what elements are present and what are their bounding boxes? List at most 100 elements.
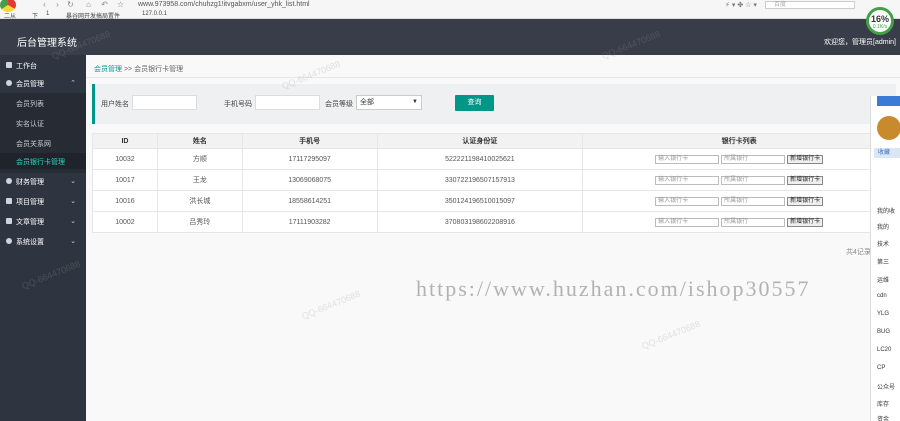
panel-list-item[interactable]: YLG — [877, 311, 889, 317]
sidebar-subitem-bank-cards[interactable]: 会员银行卡管理 — [0, 153, 86, 169]
sidebar-item-settings[interactable]: 系统设置 ⌄ — [0, 233, 86, 251]
panel-list-item[interactable]: 我的 — [877, 222, 889, 231]
level-select[interactable]: 全部 ▼ — [356, 95, 422, 110]
avatar[interactable] — [877, 116, 900, 140]
panel-list-item[interactable]: CP — [877, 365, 885, 371]
sidebar-subitem-verification[interactable]: 实名认证 — [0, 115, 86, 131]
sidebar-item-label: 会员管理 — [16, 81, 44, 88]
card-number-input[interactable]: 输入银行卡 — [655, 154, 720, 164]
cell-name: 吕秀玲 — [156, 211, 243, 233]
bank-name-input[interactable]: 所属银行 — [721, 154, 786, 164]
panel-list-item[interactable]: 运维 — [877, 275, 889, 284]
panel-list-item[interactable]: 资金 — [877, 414, 889, 421]
finance-icon — [6, 178, 12, 184]
bank-name-input[interactable]: 所属银行 — [721, 217, 786, 227]
sidebar-item-finance[interactable]: 财务管理 ⌄ — [0, 173, 86, 191]
bank-name-input[interactable]: 所属银行 — [721, 175, 786, 185]
sidebar-subitem-label: 实名认证 — [16, 121, 44, 128]
sidebar-item-projects[interactable]: 项目管理 ⌄ — [0, 193, 86, 211]
cell-phone: 18558614251 — [241, 190, 378, 212]
chevron-down-icon: ⌄ — [70, 198, 76, 205]
panel-list-item[interactable]: 第三 — [877, 257, 889, 266]
sidebar-subitem-member-list[interactable]: 会员列表 — [0, 95, 86, 111]
column-header: 认证身份证 — [376, 133, 584, 149]
table-row: 10017 王龙 13069068075 330722196507157913 … — [92, 169, 896, 191]
breadcrumb-home[interactable]: 会员管理 — [94, 66, 122, 73]
add-card-button[interactable]: 新增银行卡 — [787, 196, 824, 206]
cell-idcard: 370803198602208916 — [376, 211, 584, 233]
articles-icon — [6, 218, 12, 224]
column-header: ID — [92, 133, 158, 149]
cell-idcard: 330722196507157913 — [376, 169, 584, 191]
undo-icon[interactable]: ↶ — [100, 1, 109, 9]
panel-list-item[interactable]: cdn — [877, 293, 887, 299]
sidebar-item-articles[interactable]: 文章管理 ⌄ — [0, 213, 86, 231]
cell-idcard: 522221198410025621 — [376, 148, 584, 170]
level-select-value: 全部 — [360, 99, 374, 106]
add-card-button[interactable]: 新增银行卡 — [787, 175, 824, 185]
browser-search-box[interactable]: 百度 — [765, 1, 855, 9]
panel-list-item[interactable]: 我的收 — [877, 206, 895, 215]
sidebar-item-label: 文章管理 — [16, 219, 44, 226]
divider — [86, 77, 900, 78]
cell-bankcards: 输入银行卡 所属银行 新增银行卡 — [582, 148, 896, 170]
sidebar: 工作台 会员管理 ⌃ 会员列表 实名认证 会员关系网 会员银行卡管理 财务管理 … — [0, 55, 86, 421]
cell-phone: 17111903282 — [241, 211, 378, 233]
cell-idcard: 350124196510015097 — [376, 190, 584, 212]
cell-id: 10002 — [92, 211, 158, 233]
level-label: 会员等级 — [325, 101, 353, 108]
add-card-button[interactable]: 新增银行卡 — [787, 217, 824, 227]
cell-bankcards: 输入银行卡 所属银行 新增银行卡 — [582, 190, 896, 212]
username-input[interactable] — [132, 95, 197, 110]
home-icon[interactable]: ⌂ — [84, 1, 93, 9]
settings-icon — [6, 238, 12, 244]
card-number-input[interactable]: 输入银行卡 — [655, 196, 720, 206]
cell-phone: 13069068075 — [241, 169, 378, 191]
refresh-icon[interactable]: ↻ — [66, 1, 75, 9]
panel-header — [877, 96, 900, 106]
network-speed-widget: 16% 0.1K/s — [866, 7, 894, 35]
filter-panel: 用户姓名 手机号码 会员等级 全部 ▼ 查询 — [92, 84, 896, 124]
column-header: 银行卡列表 — [582, 133, 896, 149]
breadcrumb: 会员管理 >> 会员银行卡管理 — [94, 64, 183, 74]
panel-list-item[interactable]: BUG — [877, 329, 890, 335]
panel-tab[interactable]: 收藏 — [874, 148, 900, 158]
address-bar[interactable]: www.973958.com/chuhzg1!itvgabxm/user_yhk… — [138, 1, 310, 8]
column-header: 姓名 — [156, 133, 243, 149]
sidebar-item-label: 财务管理 — [16, 179, 44, 186]
cell-id: 10016 — [92, 190, 158, 212]
breadcrumb-current: 会员银行卡管理 — [134, 66, 184, 73]
sidebar-item-label: 工作台 — [16, 63, 37, 70]
sidebar-subitem-label: 会员银行卡管理 — [16, 159, 65, 166]
panel-list-item[interactable]: 库存 — [877, 399, 889, 408]
column-header: 手机号 — [241, 133, 378, 149]
sidebar-item-dashboard[interactable]: 工作台 — [0, 57, 86, 75]
chevron-down-icon: ⌄ — [70, 238, 76, 245]
add-card-button[interactable]: 新增银行卡 — [787, 154, 824, 164]
bookmark-item[interactable]: 1 — [46, 11, 49, 17]
query-button[interactable]: 查询 — [455, 95, 494, 111]
bank-name-input[interactable]: 所属银行 — [721, 196, 786, 206]
breadcrumb-separator: >> — [123, 66, 133, 73]
bookmark-star-icon[interactable]: ☆ — [116, 1, 125, 9]
forward-icon[interactable]: › — [53, 1, 62, 9]
bookmark-item[interactable]: 127.0.0.1 — [142, 11, 167, 17]
main-content: 会员管理 >> 会员银行卡管理 用户姓名 手机号码 会员等级 全部 ▼ 查询 I… — [86, 55, 900, 421]
panel-list-item[interactable]: 公众号 — [877, 382, 895, 391]
phone-input[interactable] — [255, 95, 320, 110]
cell-id: 10032 — [92, 148, 158, 170]
browser-actions[interactable]: ⚡ ▾ ✤ ☆ ▾ — [725, 1, 757, 9]
sidebar-item-members[interactable]: 会员管理 ⌃ — [0, 75, 86, 93]
cell-name: 洪长城 — [156, 190, 243, 212]
panel-list-item[interactable]: LC20 — [877, 347, 891, 353]
sidebar-subitem-relations[interactable]: 会员关系网 — [0, 135, 86, 151]
browser-chrome: ‹ › ↻ ⌂ ↶ ☆ www.973958.com/chuhzg1!itvga… — [0, 0, 900, 20]
user-info[interactable]: 欢迎您，管理员[admin] — [824, 37, 896, 47]
table-row: 10002 吕秀玲 17111903282 370803198602208916… — [92, 211, 896, 233]
panel-list-item[interactable]: 技术 — [877, 239, 889, 248]
back-icon[interactable]: ‹ — [40, 1, 49, 9]
card-number-input[interactable]: 输入银行卡 — [655, 217, 720, 227]
card-number-input[interactable]: 输入银行卡 — [655, 175, 720, 185]
table-row: 10032 方顺 17117295097 522221198410025621 … — [92, 148, 896, 170]
sidebar-subitem-label: 会员列表 — [16, 101, 44, 108]
